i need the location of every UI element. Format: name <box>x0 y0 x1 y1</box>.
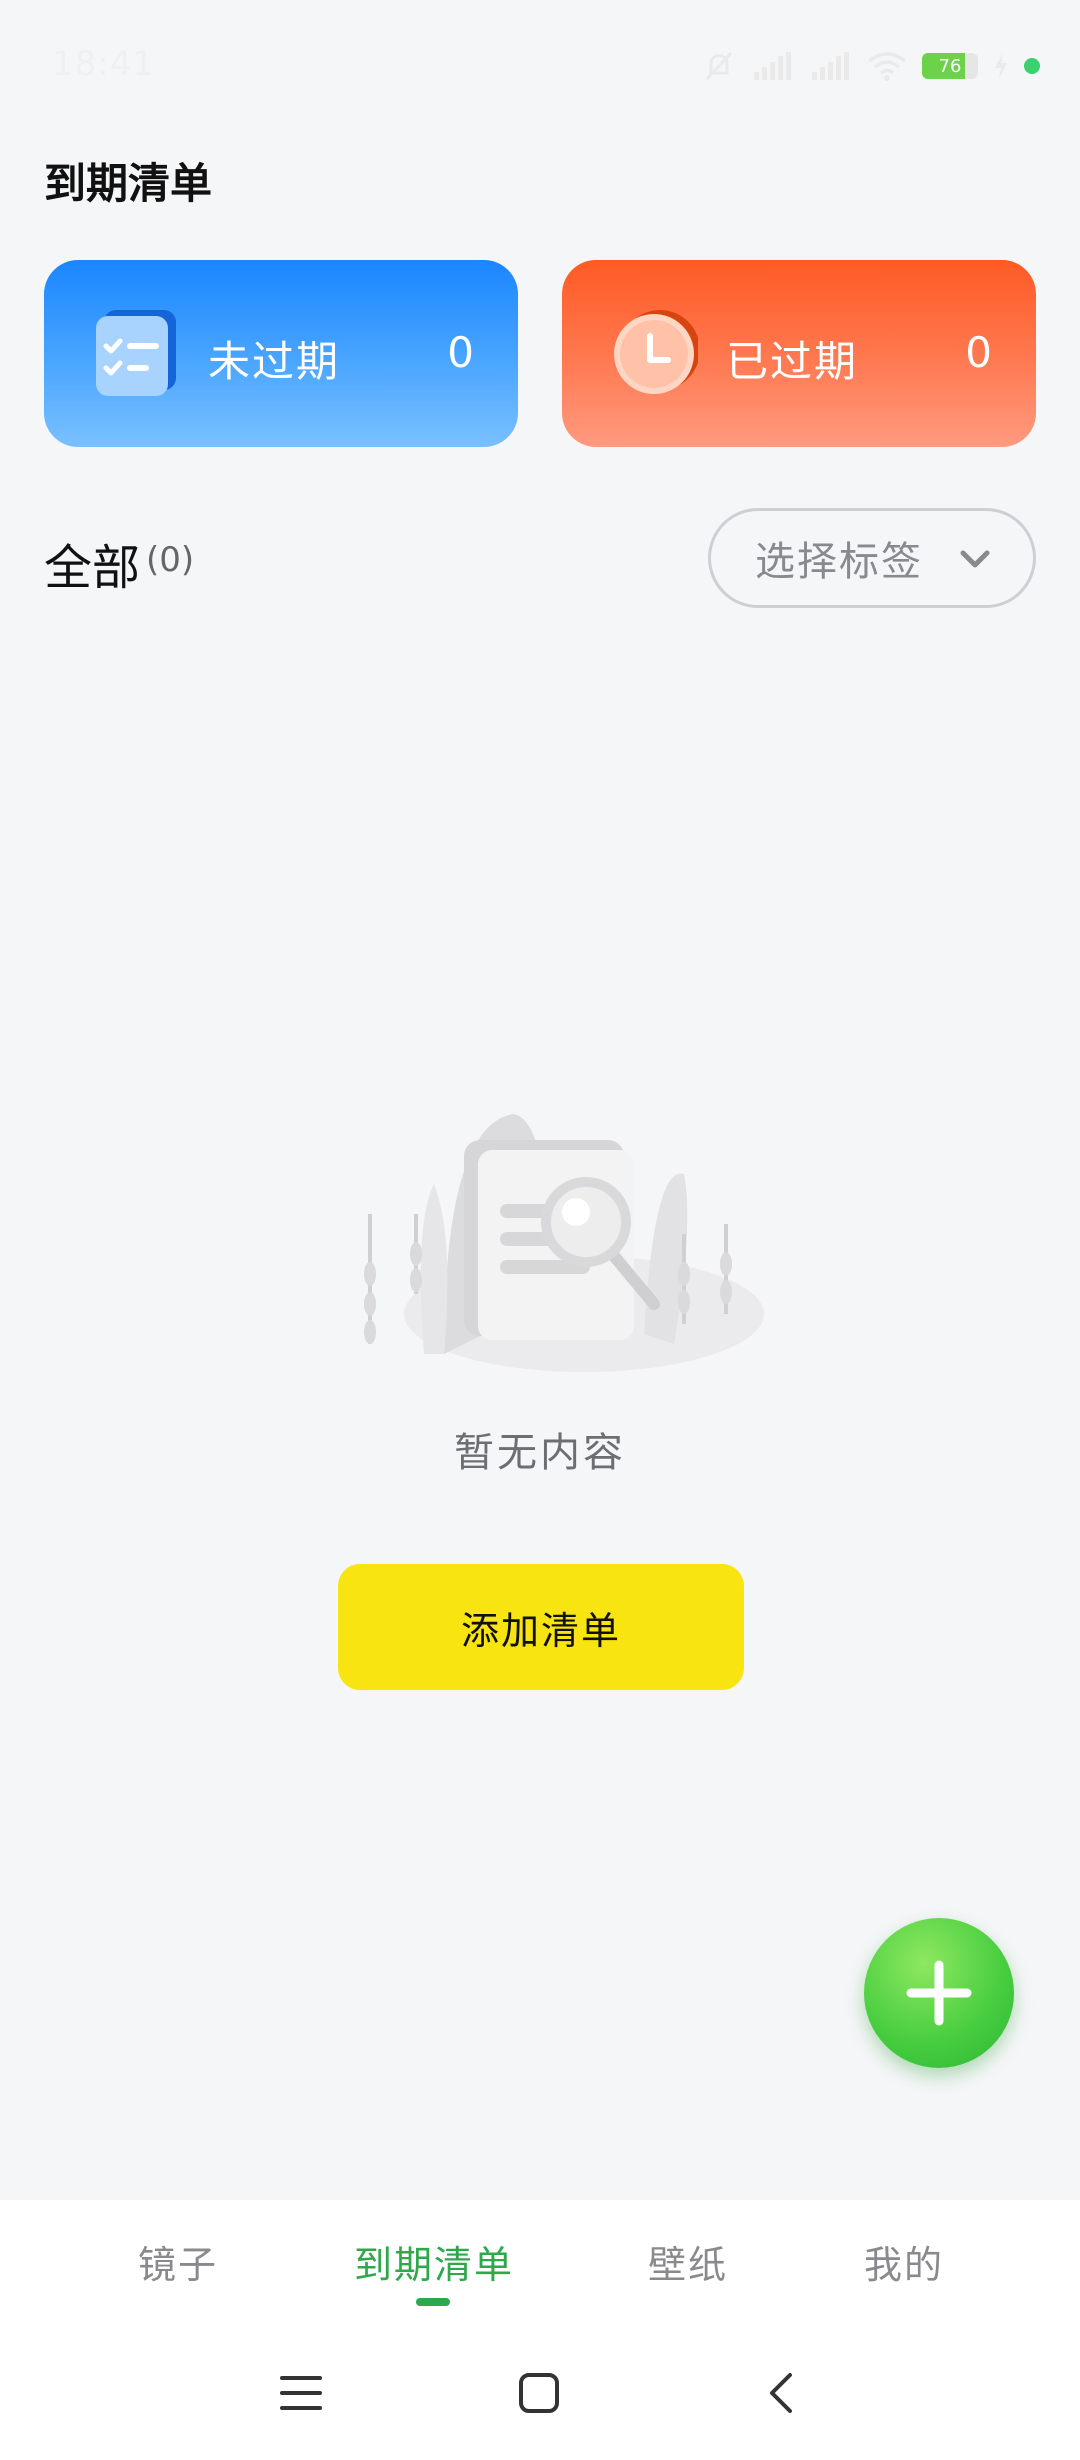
battery-level: 76 <box>938 55 962 77</box>
menu-icon[interactable] <box>280 2372 322 2414</box>
filter-all-title: 全部 <box>44 540 141 596</box>
active-tab-indicator <box>416 2298 450 2306</box>
add-list-button[interactable]: 添加清单 <box>338 1564 744 1690</box>
tag-select-label: 选择标签 <box>755 539 923 585</box>
checklist-document-icon <box>96 310 176 396</box>
tag-select-dropdown[interactable]: 选择标签 <box>708 508 1036 608</box>
bottom-tab-bar: 镜子 到期清单 壁纸 我的 <box>0 2200 1080 2330</box>
expired-count: 0 <box>965 328 992 377</box>
chevron-down-icon <box>960 550 990 568</box>
not-expired-label: 未过期 <box>208 337 341 386</box>
expired-label: 已过期 <box>726 337 859 386</box>
status-icons: 76 <box>702 48 1040 84</box>
tab-expiry-list[interactable]: 到期清单 <box>354 2234 514 2289</box>
signal-icon <box>812 52 849 80</box>
wifi-icon <box>867 52 907 81</box>
home-icon[interactable] <box>518 2372 560 2414</box>
tab-mirror[interactable]: 镜子 <box>138 2234 218 2289</box>
signal-5g-icon <box>754 52 791 80</box>
tab-mine[interactable]: 我的 <box>864 2234 944 2289</box>
status-time: 18:41 <box>52 44 155 84</box>
clock-icon <box>614 310 698 394</box>
battery-icon: 76 <box>922 53 978 79</box>
add-fab-button[interactable] <box>864 1918 1014 2068</box>
filter-all-count: (0) <box>146 540 195 580</box>
page-title: 到期清单 <box>44 159 213 208</box>
empty-state-illustration <box>364 1114 764 1372</box>
charging-icon <box>995 53 1007 79</box>
status-bar: 18:41 76 <box>0 0 1080 140</box>
empty-state-message: 暂无内容 <box>454 1430 626 1476</box>
expired-card[interactable]: 已过期 0 <box>562 260 1036 447</box>
mute-bell-icon <box>705 51 733 81</box>
not-expired-card[interactable]: 未过期 0 <box>44 260 518 447</box>
plus-icon <box>906 1960 972 2026</box>
back-icon[interactable] <box>760 2372 802 2414</box>
system-nav-bar <box>0 2330 1080 2460</box>
not-expired-count: 0 <box>447 328 474 377</box>
tab-wallpaper[interactable]: 壁纸 <box>648 2234 728 2289</box>
camera-indicator-dot <box>1024 58 1040 74</box>
